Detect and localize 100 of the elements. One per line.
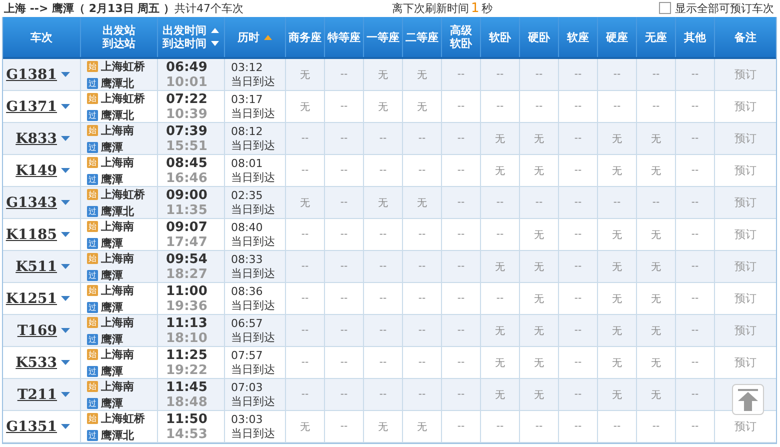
dropdown-arrow-icon[interactable] — [61, 168, 70, 174]
dropdown-arrow-icon[interactable] — [61, 136, 70, 142]
start-station-badge: 始 — [87, 188, 98, 200]
departure-time: 09:07 — [166, 220, 208, 234]
book-link[interactable]: 预订 — [734, 131, 756, 146]
seat-availability: -- — [574, 69, 582, 80]
sort-up-icon[interactable] — [210, 26, 220, 35]
train-number-link[interactable]: G1381 — [6, 66, 57, 82]
departure-time: 11:00 — [166, 284, 208, 298]
duration-text: 03:03 — [231, 412, 263, 426]
seat-availability: -- — [340, 133, 348, 144]
start-station-badge: 始 — [87, 92, 98, 104]
dropdown-arrow-icon[interactable] — [61, 72, 70, 78]
book-link[interactable]: 预订 — [734, 291, 756, 306]
seat-availability: 无 — [495, 164, 505, 178]
seat-availability: 无 — [300, 196, 310, 210]
seat-availability: -- — [340, 229, 348, 240]
seat-availability: -- — [496, 421, 504, 432]
seat-availability: 无 — [417, 68, 427, 82]
book-link[interactable]: 预订 — [734, 259, 756, 274]
column-header[interactable]: 历时 — [238, 30, 260, 44]
duration-text: 08:33 — [231, 252, 263, 266]
train-number-link[interactable]: T211 — [17, 386, 57, 402]
seat-availability: 无 — [534, 164, 544, 178]
seat-availability: -- — [301, 229, 309, 240]
duration-text: 06:57 — [231, 316, 263, 330]
book-link[interactable]: 预订 — [734, 323, 756, 338]
book-link[interactable]: 预订 — [734, 163, 756, 178]
sort-down-icon[interactable] — [210, 39, 220, 48]
seat-availability: 无 — [534, 356, 544, 370]
dropdown-arrow-icon[interactable] — [61, 232, 70, 238]
start-station-badge: 始 — [87, 380, 98, 392]
seat-availability: 无 — [417, 100, 427, 114]
dropdown-arrow-icon[interactable] — [61, 392, 70, 398]
seat-availability: -- — [535, 101, 543, 112]
book-link[interactable]: 预订 — [734, 195, 756, 210]
arrival-day-text: 当日到达 — [231, 330, 275, 344]
seat-availability: -- — [418, 293, 426, 304]
seat-availability: -- — [418, 357, 426, 368]
seat-availability: 无 — [612, 324, 622, 338]
column-header[interactable]: 到达时间 — [162, 37, 206, 50]
end-station-badge: 过 — [87, 302, 98, 312]
train-number-link[interactable]: G1343 — [6, 194, 57, 210]
seat-availability: -- — [457, 421, 465, 432]
dropdown-arrow-icon[interactable] — [61, 296, 70, 302]
seat-availability: -- — [574, 197, 582, 208]
seat-availability: 无 — [612, 228, 622, 242]
end-station-name: 鹰潭北 — [101, 108, 134, 122]
arrival-day-text: 当日到达 — [231, 266, 275, 280]
duration-text: 08:40 — [231, 220, 263, 234]
seat-availability: -- — [535, 69, 543, 80]
seat-availability: -- — [301, 165, 309, 176]
seat-availability: 无 — [534, 228, 544, 242]
seat-availability: 无 — [612, 260, 622, 274]
train-number-link[interactable]: K1185 — [6, 226, 57, 242]
column-header: 硬座 — [606, 30, 628, 44]
dropdown-arrow-icon[interactable] — [61, 328, 70, 334]
train-number-link[interactable]: K1251 — [6, 290, 57, 306]
dropdown-arrow-icon[interactable] — [61, 264, 70, 270]
train-number-link[interactable]: G1351 — [6, 418, 57, 434]
duration-text: 08:12 — [231, 124, 263, 138]
column-header: 无座 — [645, 30, 667, 44]
train-number-link[interactable]: K533 — [16, 354, 57, 370]
seat-availability: -- — [418, 133, 426, 144]
seat-availability: 无 — [651, 260, 661, 274]
sort-up-icon[interactable] — [262, 32, 272, 42]
book-link[interactable]: 预订 — [734, 355, 756, 370]
end-station-name: 鹰潭北 — [101, 204, 134, 218]
train-number-link[interactable]: G1371 — [6, 98, 57, 114]
train-number-link[interactable]: K833 — [16, 130, 57, 146]
duration-text: 02:35 — [231, 188, 263, 202]
show-all-checkbox[interactable] — [659, 2, 671, 14]
book-link[interactable]: 预订 — [734, 419, 756, 434]
dropdown-arrow-icon[interactable] — [61, 200, 70, 206]
start-station-name: 上海南 — [101, 283, 134, 298]
seat-availability: -- — [496, 229, 504, 240]
book-link[interactable]: 预订 — [734, 67, 756, 82]
book-link[interactable]: 预订 — [734, 227, 756, 242]
train-number-link[interactable]: K149 — [16, 162, 57, 178]
column-header[interactable]: 出发时间 — [162, 24, 206, 37]
refresh-unit: 秒 — [481, 0, 492, 16]
train-number-link[interactable]: K511 — [16, 258, 57, 274]
seat-availability: 无 — [300, 420, 310, 434]
dropdown-arrow-icon[interactable] — [61, 360, 70, 366]
dropdown-arrow-icon[interactable] — [61, 104, 70, 110]
arrival-time: 18:27 — [166, 266, 208, 282]
end-station-name: 鹰潭 — [101, 140, 123, 154]
train-number-link[interactable]: T169 — [17, 322, 57, 338]
seat-availability: -- — [418, 229, 426, 240]
arrival-time: 10:39 — [166, 106, 208, 122]
book-link[interactable]: 预订 — [734, 99, 756, 114]
seat-availability: -- — [457, 101, 465, 112]
dropdown-arrow-icon[interactable] — [61, 424, 70, 430]
seat-availability: -- — [691, 357, 699, 368]
seat-availability: -- — [652, 101, 660, 112]
column-header: 软卧 — [489, 30, 511, 44]
end-station-name: 鹰潭 — [101, 364, 123, 378]
show-all-label[interactable]: 显示全部可预订车次 — [675, 0, 774, 16]
back-to-top-button[interactable] — [732, 384, 764, 415]
seat-availability: -- — [457, 133, 465, 144]
